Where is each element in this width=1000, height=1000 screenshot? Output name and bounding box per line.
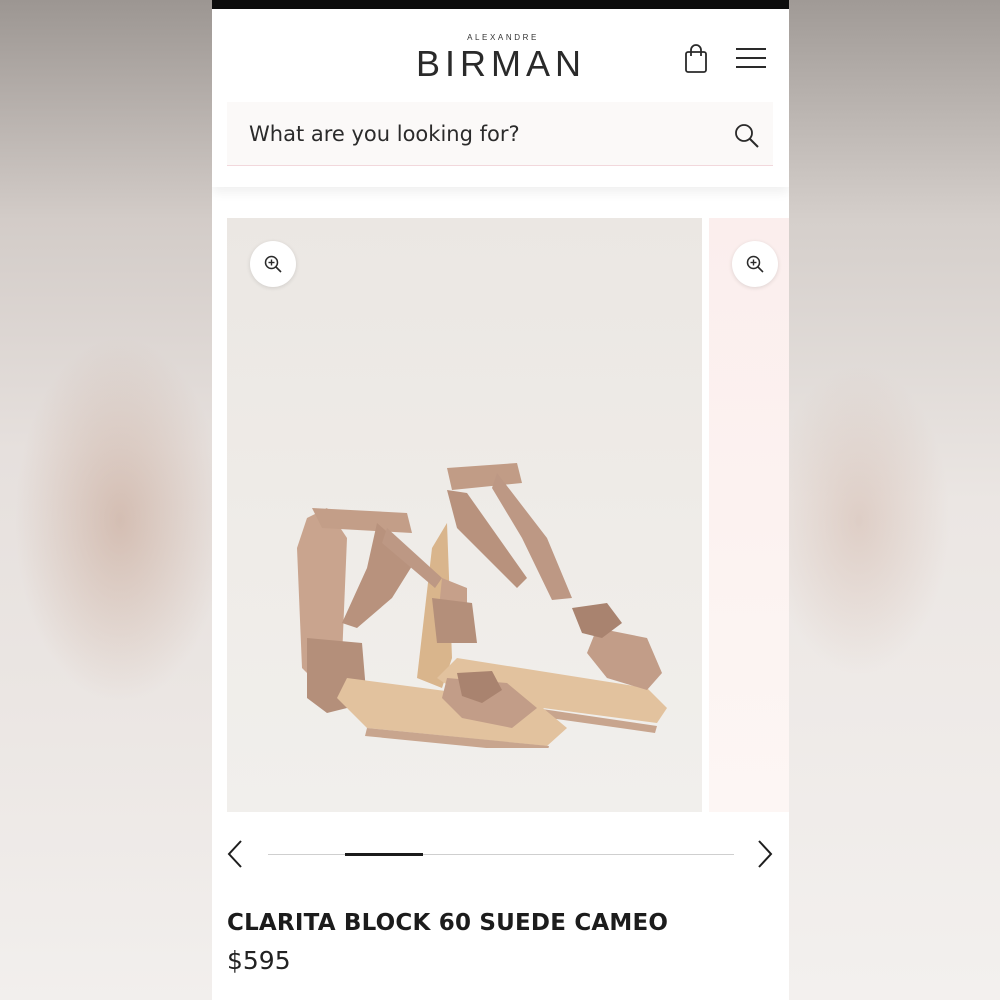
carousel-progress-track[interactable] bbox=[268, 853, 734, 856]
shopping-bag-icon bbox=[685, 44, 707, 73]
search-button[interactable] bbox=[733, 122, 761, 150]
next-product-image-slide[interactable] bbox=[709, 218, 789, 812]
next-image-button[interactable] bbox=[754, 838, 776, 870]
site-header: ALEXANDRE BIRMAN bbox=[212, 9, 789, 187]
background-blur-left bbox=[0, 0, 212, 1000]
previous-image-button[interactable] bbox=[224, 838, 246, 870]
carousel-controls bbox=[212, 828, 789, 880]
search-input[interactable] bbox=[249, 116, 709, 152]
zoom-button[interactable] bbox=[732, 241, 778, 287]
product-title: CLARITA BLOCK 60 SUEDE CAMEO bbox=[227, 910, 669, 936]
zoom-button[interactable] bbox=[250, 241, 296, 287]
product-image bbox=[297, 463, 667, 748]
menu-button[interactable] bbox=[734, 45, 768, 71]
product-image-carousel[interactable] bbox=[227, 218, 789, 812]
search-icon bbox=[735, 124, 759, 148]
status-bar bbox=[212, 0, 789, 9]
brand-logo[interactable]: ALEXANDRE BIRMAN bbox=[410, 33, 592, 83]
carousel-progress-indicator bbox=[345, 853, 423, 856]
brand-logo-name: BIRMAN bbox=[415, 43, 586, 84]
phone-screen: ALEXANDRE BIRMAN What are you looking fo… bbox=[212, 0, 789, 1000]
zoom-in-icon bbox=[264, 255, 282, 273]
product-price: $595 bbox=[227, 946, 291, 975]
brand-logo-small-text: ALEXANDRE bbox=[467, 33, 539, 42]
zoom-in-icon bbox=[746, 255, 764, 273]
background-blur-right bbox=[789, 0, 1000, 1000]
chevron-right-icon bbox=[758, 840, 773, 868]
search-bar bbox=[227, 102, 773, 166]
shopping-bag-button[interactable] bbox=[682, 43, 710, 75]
chevron-left-icon bbox=[227, 840, 242, 868]
hamburger-menu-icon bbox=[736, 48, 766, 68]
product-image-slide[interactable] bbox=[227, 218, 702, 812]
